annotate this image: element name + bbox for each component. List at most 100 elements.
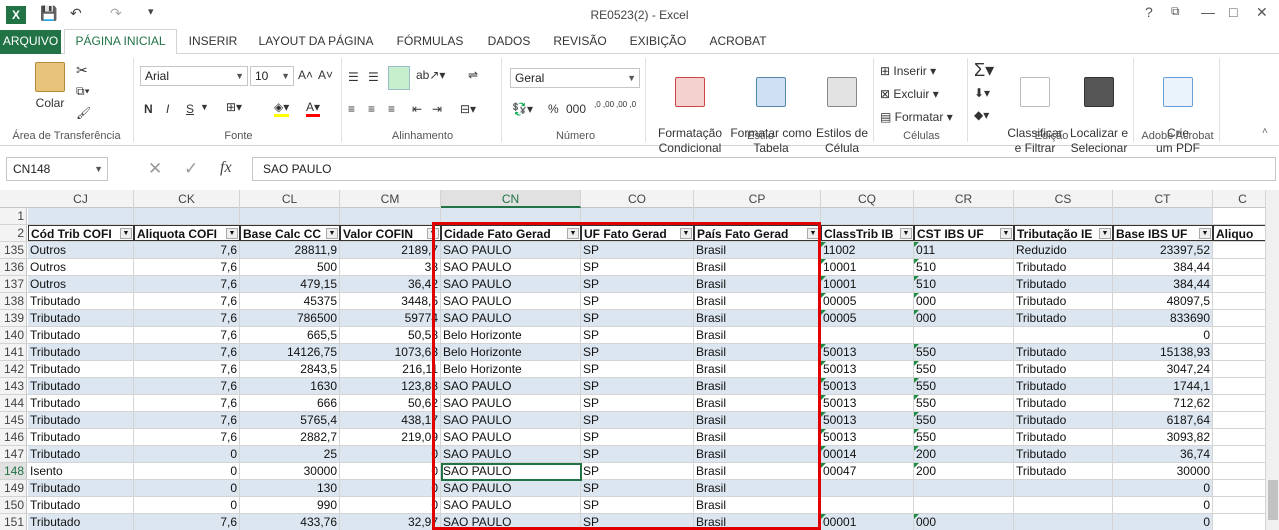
minimize-icon[interactable]: — xyxy=(1201,4,1215,20)
table-cell[interactable]: 0 xyxy=(340,463,441,479)
table-cell[interactable]: 3448,5 xyxy=(340,293,441,309)
fill-color-icon[interactable]: ◈▾ xyxy=(274,100,290,117)
table-cell[interactable]: 550 xyxy=(914,412,1014,428)
table-cell[interactable]: Brasil xyxy=(694,310,821,326)
table-cell[interactable] xyxy=(914,327,1014,343)
row-header[interactable]: 151 xyxy=(0,514,27,530)
table-cell[interactable]: 000 xyxy=(914,514,1014,530)
table-cell[interactable]: 0 xyxy=(134,480,240,496)
row-header[interactable]: 2 xyxy=(0,225,27,241)
table-cell[interactable]: Brasil xyxy=(694,395,821,411)
table-cell[interactable]: Brasil xyxy=(694,378,821,394)
column-header-ck[interactable]: CK xyxy=(134,190,240,208)
column-header-co[interactable]: CO xyxy=(581,190,694,208)
thousands-button[interactable]: 000 xyxy=(566,102,586,116)
table-cell[interactable]: Tributado xyxy=(1014,429,1113,445)
table-cell[interactable]: SP xyxy=(581,310,694,326)
column-header-cq[interactable]: CQ xyxy=(821,190,914,208)
column-header-cs[interactable]: CS xyxy=(1014,190,1113,208)
table-cell[interactable] xyxy=(581,208,694,224)
table-cell[interactable]: 50013 xyxy=(821,412,914,428)
table-cell[interactable]: 7,6 xyxy=(134,395,240,411)
table-cell[interactable]: SP xyxy=(581,412,694,428)
table-cell[interactable]: 200 xyxy=(914,463,1014,479)
table-cell[interactable]: Tributado xyxy=(28,429,134,445)
maximize-icon[interactable]: □ xyxy=(1229,4,1237,20)
table-cell[interactable]: Brasil xyxy=(694,344,821,360)
column-title[interactable]: ClassTrib IB ▼ xyxy=(821,225,914,241)
row-header[interactable]: 135 xyxy=(0,242,27,258)
table-cell[interactable]: 712,62 xyxy=(1113,395,1213,411)
table-cell[interactable]: 0 xyxy=(1113,480,1213,496)
filter-dropdown-icon[interactable]: ▼ xyxy=(427,228,439,239)
table-cell[interactable]: Brasil xyxy=(694,412,821,428)
underline-dropdown-icon[interactable]: ▼ xyxy=(200,102,209,112)
table-cell[interactable]: Tributado xyxy=(28,310,134,326)
filter-dropdown-icon[interactable]: ▼ xyxy=(567,228,579,239)
table-cell[interactable]: 00014 xyxy=(821,446,914,462)
column-title[interactable]: Cód Trib COFI ▼ xyxy=(28,225,134,241)
table-cell[interactable]: Brasil xyxy=(694,361,821,377)
table-cell[interactable]: Tributado xyxy=(28,361,134,377)
merge-center-icon[interactable]: ⊟▾ xyxy=(460,102,476,116)
scrollbar-thumb[interactable] xyxy=(1268,480,1278,520)
filter-dropdown-icon[interactable]: ▼ xyxy=(226,228,238,239)
table-cell[interactable]: 0 xyxy=(1113,497,1213,513)
table-cell[interactable] xyxy=(340,208,441,224)
wrap-text-icon[interactable]: ⇌ xyxy=(468,68,478,82)
table-cell[interactable]: 130 xyxy=(240,480,340,496)
help-icon[interactable]: ? xyxy=(1145,4,1153,20)
filter-dropdown-icon[interactable]: ▼ xyxy=(1000,228,1012,239)
table-cell[interactable] xyxy=(240,208,340,224)
table-cell[interactable]: 666 xyxy=(240,395,340,411)
table-cell[interactable] xyxy=(1014,514,1113,530)
row-header[interactable]: 141 xyxy=(0,344,27,360)
align-center-icon[interactable]: ≡ xyxy=(368,102,375,116)
table-cell[interactable]: Reduzido xyxy=(1014,242,1113,258)
table-cell[interactable]: 11002 xyxy=(821,242,914,258)
table-cell[interactable]: Brasil xyxy=(694,463,821,479)
table-cell[interactable]: SAO PAULO xyxy=(441,293,581,309)
table-cell[interactable]: 2882,7 xyxy=(240,429,340,445)
ribbon-display-icon[interactable]: ⧉ xyxy=(1171,4,1180,19)
table-cell[interactable]: Brasil xyxy=(694,327,821,343)
insert-cells-button[interactable]: ⊞ Inserir ▾ xyxy=(880,64,936,78)
table-cell[interactable] xyxy=(1014,208,1113,224)
table-cell[interactable]: Isento xyxy=(28,463,134,479)
paste-button[interactable]: Colar xyxy=(30,62,70,111)
table-cell[interactable]: SAO PAULO xyxy=(441,412,581,428)
table-cell[interactable]: 0 xyxy=(134,463,240,479)
table-cell[interactable]: 438,17 xyxy=(340,412,441,428)
table-cell[interactable]: 3047,24 xyxy=(1113,361,1213,377)
table-cell[interactable]: 550 xyxy=(914,344,1014,360)
decrease-indent-icon[interactable]: ⇤ xyxy=(412,102,422,116)
table-cell[interactable]: Belo Horizonte xyxy=(441,344,581,360)
column-header-cp[interactable]: CP xyxy=(694,190,821,208)
table-cell[interactable]: 7,6 xyxy=(134,276,240,292)
table-cell[interactable]: 550 xyxy=(914,429,1014,445)
table-cell[interactable]: Tributado xyxy=(1014,463,1113,479)
table-cell[interactable]: Tributado xyxy=(1014,310,1113,326)
table-cell[interactable]: 7,6 xyxy=(134,429,240,445)
row-header[interactable]: 137 xyxy=(0,276,27,292)
increase-decimal-button[interactable]: ,0 ,00 xyxy=(594,100,614,109)
bold-button[interactable]: N xyxy=(144,102,153,116)
table-cell[interactable]: 123,88 xyxy=(340,378,441,394)
row-header[interactable]: 143 xyxy=(0,378,27,394)
percent-button[interactable]: % xyxy=(548,102,559,116)
table-cell[interactable]: 5765,4 xyxy=(240,412,340,428)
table-cell[interactable]: Tributado xyxy=(1014,259,1113,275)
autosum-icon[interactable]: Σ▾ xyxy=(974,60,994,81)
table-cell[interactable]: SP xyxy=(581,378,694,394)
table-cell[interactable]: Tributado xyxy=(28,412,134,428)
table-cell[interactable]: SP xyxy=(581,395,694,411)
table-cell[interactable]: 550 xyxy=(914,378,1014,394)
row-header[interactable]: 149 xyxy=(0,480,27,496)
table-cell[interactable] xyxy=(821,480,914,496)
table-cell[interactable]: 510 xyxy=(914,259,1014,275)
table-cell[interactable]: SP xyxy=(581,480,694,496)
table-cell[interactable]: 550 xyxy=(914,395,1014,411)
column-header-c[interactable]: C xyxy=(1213,190,1273,208)
borders-icon[interactable]: ⊞▾ xyxy=(226,100,242,114)
table-cell[interactable]: Outros xyxy=(28,242,134,258)
